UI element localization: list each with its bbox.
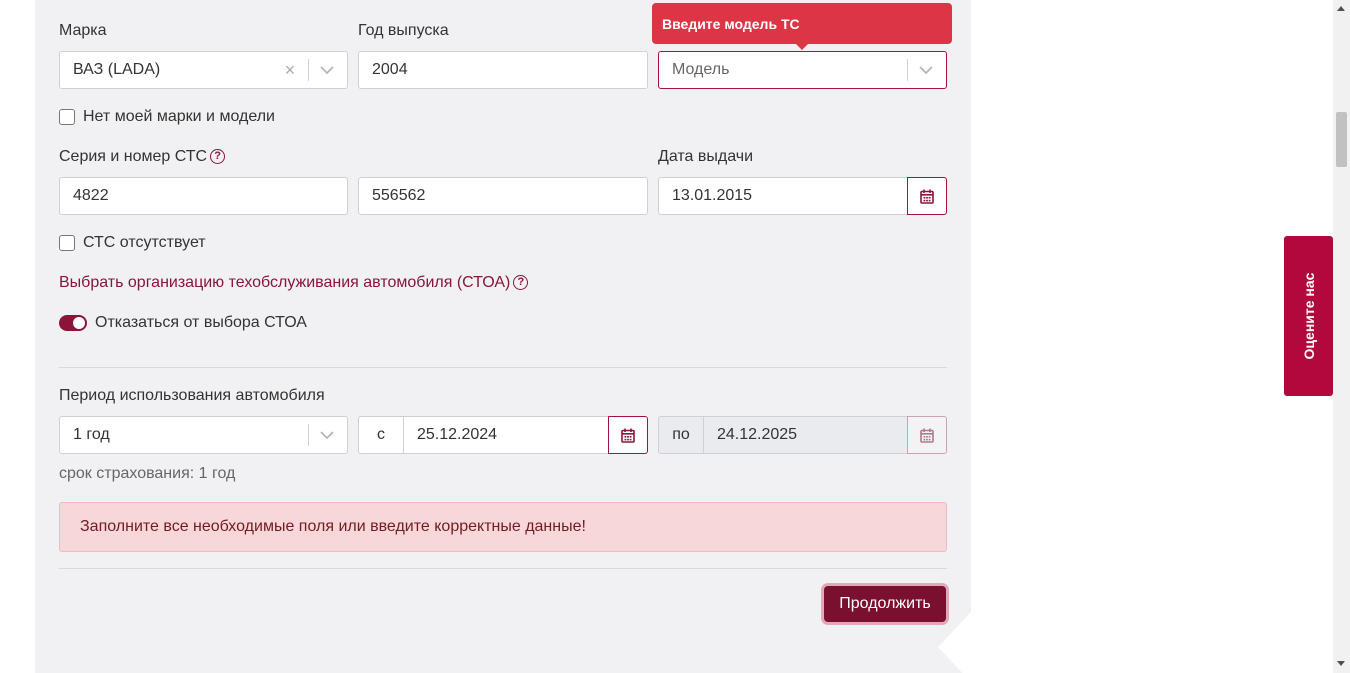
help-icon[interactable]: ? [210, 149, 226, 165]
period-from-input[interactable]: 25.12.2024 [403, 416, 609, 454]
stoa-refuse-toggle[interactable] [59, 315, 87, 331]
model-error-tooltip: Введите модель ТС [652, 3, 952, 50]
year-input-value: 2004 [372, 61, 408, 78]
period-select[interactable]: 1 год [59, 416, 348, 454]
error-alert: Заполните все необходимые поля или введи… [59, 502, 947, 552]
stoa-refuse-label[interactable]: Отказаться от выбора СТОА [95, 314, 307, 332]
period-to-value: 24.12.2025 [717, 426, 798, 443]
form-panel [35, 0, 971, 673]
sts-number-value: 556562 [372, 187, 426, 204]
select-separator [907, 59, 908, 81]
no-brand-checkbox[interactable] [59, 109, 75, 125]
no-brand-label[interactable]: Нет моей марки и модели [83, 108, 275, 126]
calendar-icon [621, 428, 635, 443]
insurance-term-text: срок страхования: 1 год [59, 465, 236, 482]
no-sts-label[interactable]: СТС отсутствует [83, 234, 206, 252]
select-separator [308, 424, 309, 446]
period-from-calendar-button[interactable] [608, 416, 648, 454]
chevron-down-icon[interactable] [317, 425, 337, 445]
period-select-value: 1 год [73, 426, 110, 443]
model-select[interactable]: Модель [658, 51, 947, 89]
calendar-icon [920, 189, 934, 204]
no-sts-checkbox[interactable] [59, 235, 75, 251]
clear-icon[interactable]: × [278, 60, 302, 81]
period-to-input: 24.12.2025 [703, 416, 908, 454]
sts-number-input[interactable]: 556562 [358, 177, 648, 215]
sts-label: Серия и номер СТС? [59, 148, 226, 166]
model-select-placeholder: Модель [672, 61, 730, 78]
issue-date-calendar-button[interactable] [907, 177, 947, 215]
tooltip-text: Введите модель ТС [662, 15, 800, 32]
sts-label-text: Серия и номер СТС [59, 148, 208, 165]
tooltip-arrow [795, 43, 809, 50]
brand-select-value: ВАЗ (LADA) [73, 61, 161, 78]
issue-date-label: Дата выдачи [658, 148, 754, 165]
scroll-down-icon[interactable] [1337, 661, 1345, 666]
issue-date-value: 13.01.2015 [672, 187, 753, 204]
brand-select[interactable]: ВАЗ (LADA) × [59, 51, 348, 89]
continue-button[interactable]: Продолжить [824, 586, 946, 622]
help-icon[interactable]: ? [513, 275, 529, 291]
feedback-tab[interactable]: Оцените нас [1284, 236, 1333, 396]
stoa-link-row: Выбрать организацию техобслуживания авто… [59, 274, 529, 292]
toggle-knob [73, 317, 85, 329]
issue-date-input[interactable]: 13.01.2015 [658, 177, 908, 215]
year-label: Год выпуска [358, 22, 449, 39]
brand-label: Марка [59, 22, 107, 39]
year-input[interactable]: 2004 [358, 51, 648, 89]
divider [59, 367, 947, 368]
period-label: Период использования автомобиля [59, 387, 325, 404]
error-alert-text: Заполните все необходимые поля или введи… [80, 518, 586, 535]
from-prefix: с [358, 416, 404, 454]
scroll-up-icon[interactable] [1337, 6, 1345, 11]
divider [59, 568, 947, 569]
select-separator [308, 59, 309, 81]
period-from-value: 25.12.2024 [417, 426, 498, 443]
sts-series-value: 4822 [73, 187, 109, 204]
feedback-tab-label: Оцените нас [1300, 272, 1317, 360]
chevron-down-icon[interactable] [916, 60, 936, 80]
period-to-calendar-button [907, 416, 947, 454]
calendar-icon [920, 428, 934, 443]
page-scrollbar[interactable] [1333, 0, 1350, 673]
chevron-down-icon[interactable] [317, 60, 337, 80]
to-prefix: по [658, 416, 704, 454]
scroll-thumb[interactable] [1336, 112, 1347, 167]
stoa-link[interactable]: Выбрать организацию техобслуживания авто… [59, 274, 510, 291]
sts-series-input[interactable]: 4822 [59, 177, 348, 215]
